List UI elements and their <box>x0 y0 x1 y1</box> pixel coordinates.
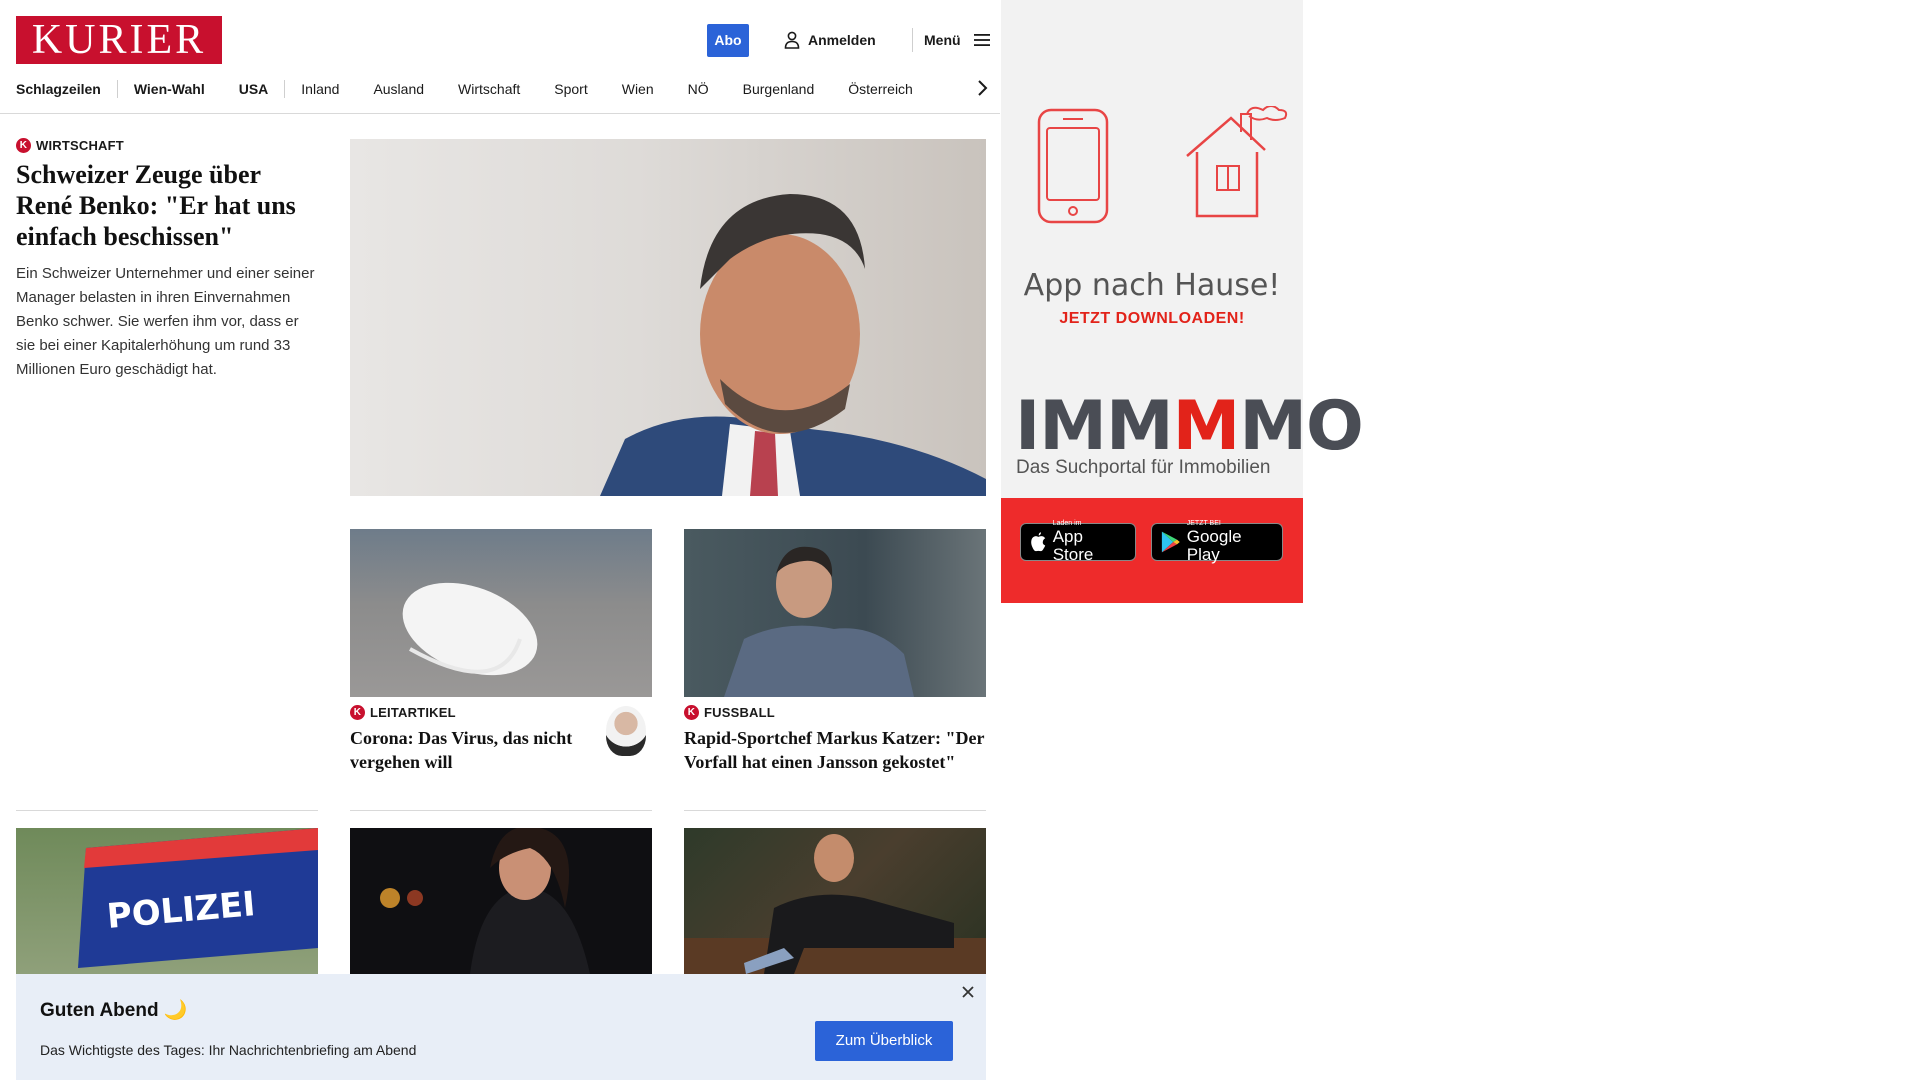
kurier-k-icon: K <box>16 138 31 153</box>
story-kicker: K LEITARTIKEL <box>350 705 652 720</box>
menu-label: Menü <box>924 32 961 48</box>
story-kicker: K FUSSBALL <box>684 705 986 720</box>
author-avatar <box>606 706 646 756</box>
kurier-k-icon: K <box>350 705 365 720</box>
site-header: KURIER Abo Anmelden Menü Schlagzeilen Wi… <box>0 0 1000 114</box>
nav-item-wien-wahl[interactable]: Wien-Wahl <box>134 81 205 97</box>
story-image-mask[interactable] <box>350 529 652 697</box>
nav-item-sport[interactable]: Sport <box>554 81 587 97</box>
lead-kicker: K WIRTSCHAFT <box>16 138 320 153</box>
lead-headline[interactable]: Schweizer Zeuge über René Benko: "Er hat… <box>16 159 320 252</box>
police-sign-photo: POLIZEI <box>78 828 318 968</box>
ad-cta[interactable]: JETZT DOWNLOADEN! <box>1001 310 1303 328</box>
nav-separator <box>284 80 286 98</box>
story-headline[interactable]: Rapid-Sportchef Markus Katzer: "Der Vorf… <box>684 726 986 774</box>
nav-separator <box>116 80 118 98</box>
google-play-big: Google Play <box>1186 527 1242 564</box>
sofa-photo <box>684 834 986 974</box>
story-image-singer[interactable] <box>350 828 652 974</box>
abo-button[interactable]: Abo <box>707 24 749 57</box>
lead-image[interactable] <box>350 139 986 496</box>
nav-item-wirtschaft[interactable]: Wirtschaft <box>458 81 520 97</box>
user-icon <box>784 31 800 49</box>
app-store-text: Laden im App Store <box>1053 520 1127 564</box>
immmo-logo-part: IMM <box>1015 387 1174 466</box>
immmo-logo-part: MO <box>1239 387 1363 466</box>
nav-item-noe[interactable]: NÖ <box>688 81 709 97</box>
story-image-polizei[interactable]: POLIZEI <box>16 828 318 974</box>
main-nav: Schlagzeilen Wien-Wahl USA Inland Auslan… <box>16 78 947 100</box>
page: KURIER Abo Anmelden Menü Schlagzeilen Wi… <box>0 0 1920 1080</box>
lead-kicker-label: WIRTSCHAFT <box>36 138 124 153</box>
login-label: Anmelden <box>808 32 876 48</box>
google-play-text: JETZT BEI Google Play <box>1187 520 1274 564</box>
nav-item-wien[interactable]: Wien <box>622 81 654 97</box>
divider <box>16 810 318 811</box>
divider <box>350 810 652 811</box>
story-fussball[interactable]: K FUSSBALL Rapid-Sportchef Markus Katzer… <box>684 697 986 774</box>
lead-teaser: Ein Schweizer Unternehmer und einer sein… <box>16 265 315 378</box>
story-kicker-label: FUSSBALL <box>704 705 775 720</box>
nav-item-schlagzeilen[interactable]: Schlagzeilen <box>16 81 101 97</box>
kurier-k-icon: K <box>684 705 699 720</box>
story-kicker-label: LEITARTIKEL <box>370 705 456 720</box>
portrait-photo <box>600 194 986 496</box>
story-image-sofa[interactable] <box>684 828 986 974</box>
briefing-text: Das Wichtigste des Tages: Ihr Nachrichte… <box>40 1042 417 1058</box>
immmo-logo-part: M <box>1172 387 1241 466</box>
story-image-katzer[interactable] <box>684 529 986 697</box>
mask-photo <box>402 582 538 676</box>
google-play-icon <box>1161 531 1180 553</box>
smartphone-icon <box>1037 108 1109 224</box>
immmo-logo: IMMMMO <box>1015 392 1364 462</box>
story-headline[interactable]: Corona: Das Virus, das nicht vergehen wi… <box>350 726 580 774</box>
chevron-right-icon[interactable] <box>974 76 990 100</box>
divider <box>684 810 986 811</box>
apple-icon <box>1031 532 1046 552</box>
google-play-button[interactable]: JETZT BEI Google Play <box>1151 520 1283 564</box>
kurier-logo[interactable]: KURIER <box>16 16 222 64</box>
login-button[interactable]: Anmelden <box>784 28 876 52</box>
singer-photo <box>380 828 590 974</box>
app-store-button[interactable]: Laden im App Store <box>1020 520 1136 564</box>
header-divider <box>912 28 913 52</box>
menu-button[interactable]: Menü <box>924 28 991 52</box>
house-icon <box>1186 106 1288 218</box>
app-store-big: App Store <box>1052 527 1094 564</box>
close-icon[interactable] <box>960 984 976 1000</box>
lead-story[interactable]: K WIRTSCHAFT Schweizer Zeuge über René B… <box>16 138 320 382</box>
ad-title: App nach Hause! <box>1023 268 1281 303</box>
briefing-title: Guten Abend 🌙 <box>40 1000 188 1021</box>
briefing-overview-button[interactable]: Zum Überblick <box>815 1021 953 1061</box>
hamburger-icon <box>973 34 990 46</box>
nav-item-ausland[interactable]: Ausland <box>373 81 424 97</box>
portrait-photo <box>724 546 914 697</box>
evening-briefing-banner: Guten Abend 🌙 Das Wichtigste des Tages: … <box>16 974 986 1080</box>
nav-item-usa[interactable]: USA <box>239 81 269 97</box>
nav-item-burgenland[interactable]: Burgenland <box>743 81 815 97</box>
nav-item-oesterreich[interactable]: Österreich <box>848 81 913 97</box>
immmo-tagline: Das Suchportal für Immobilien <box>1016 457 1271 478</box>
nav-item-inland[interactable]: Inland <box>301 81 339 97</box>
app-ad[interactable]: App nach Hause! JETZT DOWNLOADEN! IMMMMO… <box>1001 0 1364 603</box>
